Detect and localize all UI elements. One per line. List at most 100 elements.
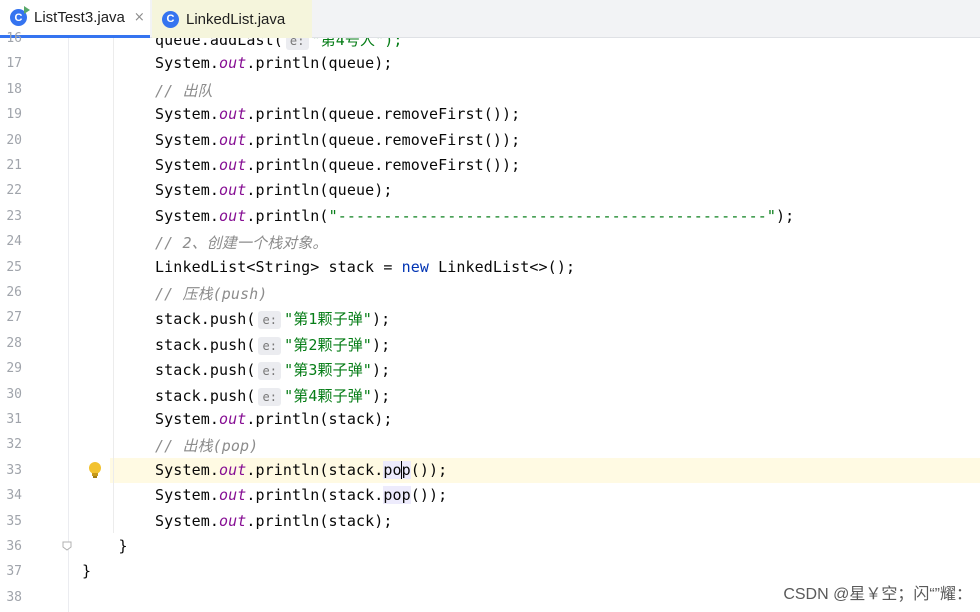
code-line[interactable]: System.out.println(queue); bbox=[82, 54, 392, 72]
java-class-runnable-icon: C bbox=[10, 6, 30, 26]
code-line[interactable]: LinkedList<String> stack = new LinkedLis… bbox=[82, 258, 575, 276]
line-number: 28 bbox=[6, 335, 22, 351]
code-token: ()); bbox=[410, 486, 448, 505]
line-number: 38 bbox=[6, 589, 22, 605]
line-number: 22 bbox=[6, 183, 22, 199]
code-token: .println(queue.removeFirst()); bbox=[246, 105, 521, 124]
parameter-hint: e: bbox=[285, 38, 309, 50]
code-static-field: out bbox=[218, 486, 247, 505]
code-editor[interactable]: queue.addLast(e: "第4号人"); System.out.prin… bbox=[70, 38, 980, 612]
editor-tab-bar: C ListTest3.java × C LinkedList.java bbox=[0, 0, 980, 38]
line-number: 35 bbox=[6, 513, 22, 529]
code-line[interactable]: System.out.println(queue); bbox=[82, 181, 392, 199]
code-line[interactable]: // 出栈(pop) bbox=[82, 435, 258, 456]
code-line[interactable]: System.out.println(queue.removeFirst()); bbox=[82, 105, 520, 123]
code-line[interactable]: System.out.println(stack.pop()); bbox=[82, 460, 448, 480]
code-string-literal: "第1颗子弹" bbox=[284, 310, 372, 329]
line-number: 34 bbox=[6, 488, 22, 504]
line-number: 37 bbox=[6, 564, 22, 580]
line-number: 26 bbox=[6, 285, 22, 300]
code-usage-highlight: po bbox=[383, 460, 402, 479]
code-token: ); bbox=[371, 310, 391, 329]
code-token: System. bbox=[82, 54, 219, 73]
line-number: 32 bbox=[6, 437, 22, 453]
code-line[interactable]: stack.push(e: "第4颗子弹"); bbox=[82, 385, 390, 406]
code-line[interactable]: // 压栈(push) bbox=[82, 283, 267, 304]
code-token: stack.push( bbox=[82, 310, 256, 329]
code-line[interactable]: System.out.println(queue.removeFirst()); bbox=[82, 131, 520, 149]
code-line[interactable]: stack.push(e: "第1颗子弹"); bbox=[82, 308, 391, 330]
code-token: System. bbox=[82, 460, 219, 479]
code-line[interactable]: queue.addLast(e: "第4号人"); bbox=[82, 38, 403, 50]
code-string-literal: "第3颗子弹" bbox=[284, 361, 372, 380]
tab-label: LinkedList.java bbox=[186, 10, 286, 28]
code-line[interactable]: System.out.println("--------------------… bbox=[82, 207, 794, 225]
line-number: 17 bbox=[6, 56, 22, 72]
line-number: 33 bbox=[6, 462, 22, 478]
lightbulb-icon[interactable] bbox=[88, 461, 102, 479]
parameter-hint: e: bbox=[258, 311, 282, 330]
line-number: 24 bbox=[6, 234, 22, 250]
code-static-field: out bbox=[218, 511, 247, 530]
code-string-literal: "第4号人"); bbox=[311, 38, 403, 49]
fold-end-icon[interactable] bbox=[62, 541, 72, 551]
code-token: } bbox=[82, 537, 128, 555]
code-token: System. bbox=[82, 105, 219, 124]
code-token: ); bbox=[371, 361, 391, 380]
code-token: System. bbox=[82, 486, 219, 505]
code-token: ); bbox=[371, 386, 391, 405]
code-token: ); bbox=[775, 206, 795, 225]
code-token: System. bbox=[82, 181, 219, 200]
code-line[interactable]: } bbox=[82, 562, 91, 580]
code-static-field: out bbox=[218, 54, 247, 73]
tab-label: ListTest3.java bbox=[34, 9, 125, 26]
code-token: .println(stack); bbox=[246, 511, 393, 530]
code-line[interactable]: System.out.println(stack); bbox=[82, 410, 392, 428]
code-line[interactable]: System.out.println(stack.pop()); bbox=[82, 486, 448, 505]
code-token: System. bbox=[82, 156, 219, 174]
parameter-hint: e: bbox=[258, 336, 282, 355]
code-token: LinkedList<>(); bbox=[428, 257, 576, 276]
code-comment: // 2、创建一个栈对象。 bbox=[82, 234, 328, 253]
code-static-field: out bbox=[218, 410, 247, 428]
code-token: System. bbox=[82, 130, 219, 149]
code-token: .println(queue); bbox=[246, 54, 393, 73]
code-token: .println(stack. bbox=[246, 460, 384, 479]
close-icon[interactable]: × bbox=[134, 10, 145, 25]
parameter-hint: e: bbox=[258, 362, 282, 381]
code-comment: // 压栈(push) bbox=[82, 285, 268, 303]
code-token: LinkedList<String> stack = bbox=[82, 257, 402, 276]
code-string-literal: "第4颗子弹" bbox=[284, 386, 372, 405]
code-token: ()); bbox=[410, 460, 448, 479]
code-token: System. bbox=[82, 206, 219, 225]
line-number: 29 bbox=[6, 361, 22, 377]
line-number: 30 bbox=[6, 386, 22, 402]
code-token: stack.push( bbox=[82, 335, 256, 354]
code-token: stack.push( bbox=[82, 361, 256, 380]
code-token: ); bbox=[371, 335, 391, 354]
code-token: .println(queue); bbox=[246, 181, 393, 200]
code-line[interactable]: } bbox=[82, 537, 128, 555]
code-token: stack.push( bbox=[82, 386, 256, 405]
code-keyword: new bbox=[401, 257, 429, 276]
line-number: 21 bbox=[6, 158, 22, 173]
code-comment: // 出栈(pop) bbox=[82, 437, 259, 456]
tab-linkedlist[interactable]: C LinkedList.java bbox=[152, 0, 312, 38]
tab-listtest3[interactable]: C ListTest3.java × bbox=[0, 0, 150, 38]
code-usage-highlight: p bbox=[401, 460, 411, 479]
code-line[interactable]: // 出队 bbox=[82, 80, 213, 101]
line-number: 27 bbox=[6, 310, 22, 326]
code-token: System. bbox=[82, 410, 219, 428]
code-static-field: out bbox=[218, 181, 247, 200]
watermark: CSDN @星￥空；闪“”耀： bbox=[783, 586, 972, 603]
code-line[interactable]: System.out.println(stack); bbox=[82, 512, 392, 530]
code-static-field: out bbox=[218, 206, 247, 225]
code-token: } bbox=[82, 562, 92, 581]
code-line[interactable]: System.out.println(queue.removeFirst()); bbox=[82, 156, 520, 174]
code-string-literal: "---------------------------------------… bbox=[328, 206, 776, 225]
code-static-field: out bbox=[218, 130, 247, 149]
code-token: .println(queue.removeFirst()); bbox=[246, 130, 521, 149]
code-line[interactable]: stack.push(e: "第3颗子弹"); bbox=[82, 359, 391, 381]
code-line[interactable]: stack.push(e: "第2颗子弹"); bbox=[82, 334, 390, 355]
code-line[interactable]: // 2、创建一个栈对象。 bbox=[82, 232, 327, 253]
